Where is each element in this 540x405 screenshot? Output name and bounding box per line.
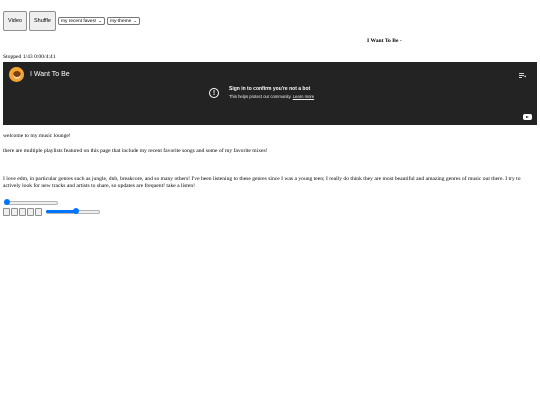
avatar-image — [12, 70, 21, 79]
chevron-down-icon: ⌄ — [133, 17, 138, 23]
shuffle-button[interactable]: Shuffle — [28, 11, 56, 31]
checkbox[interactable] — [3, 208, 10, 216]
checkbox[interactable] — [27, 208, 34, 216]
chevron-down-icon: ⌄ — [98, 17, 102, 23]
playlist-select-value: my recent faves! — [61, 18, 97, 24]
signin-message-sub: This helps protect our community. Learn … — [229, 94, 314, 99]
top-controls: Video Shuffle my recent faves! ⌄ my-them… — [3, 11, 141, 31]
learn-more-link[interactable]: Learn more — [293, 94, 314, 99]
video-button[interactable]: Video — [3, 11, 27, 31]
theme-select[interactable]: my-theme ⌄ — [106, 17, 141, 25]
youtube-logo-icon[interactable] — [523, 114, 532, 120]
channel-avatar[interactable] — [9, 67, 24, 82]
checkbox[interactable] — [35, 208, 42, 216]
video-title[interactable]: I Want To Be — [30, 71, 70, 78]
welcome-text: welcome to my music lounge! — [3, 133, 71, 139]
progress-thumb[interactable] — [4, 199, 10, 205]
queue-icon[interactable] — [519, 73, 526, 79]
volume-slider[interactable] — [46, 208, 100, 214]
youtube-play-glyph — [526, 116, 529, 118]
playlist-select[interactable]: my recent faves! ⌄ — [58, 17, 105, 25]
progress-track — [4, 201, 58, 205]
playlists-text: there are multiple playlists featured on… — [3, 148, 268, 154]
signin-message-title: Sign in to confirm you're not a bot — [229, 86, 311, 92]
warning-icon: ! — [209, 88, 219, 98]
signin-message-text: This helps protect our community. — [229, 94, 292, 99]
youtube-player[interactable]: I Want To Be ! Sign in to confirm you're… — [3, 62, 537, 125]
now-playing-title: I Want To Be - — [367, 38, 402, 44]
volume-thumb[interactable] — [72, 208, 79, 214]
about-text: I love edm, in particular genres such as… — [3, 176, 521, 189]
playback-status: Stopped 1/43 0:00/4:41 — [3, 54, 56, 60]
progress-slider[interactable] — [4, 199, 58, 205]
volume-fill — [46, 210, 76, 213]
theme-select-value: my-theme — [109, 18, 132, 24]
checkbox[interactable] — [11, 208, 18, 216]
checkbox[interactable] — [19, 208, 26, 216]
control-checkboxes — [3, 208, 42, 216]
